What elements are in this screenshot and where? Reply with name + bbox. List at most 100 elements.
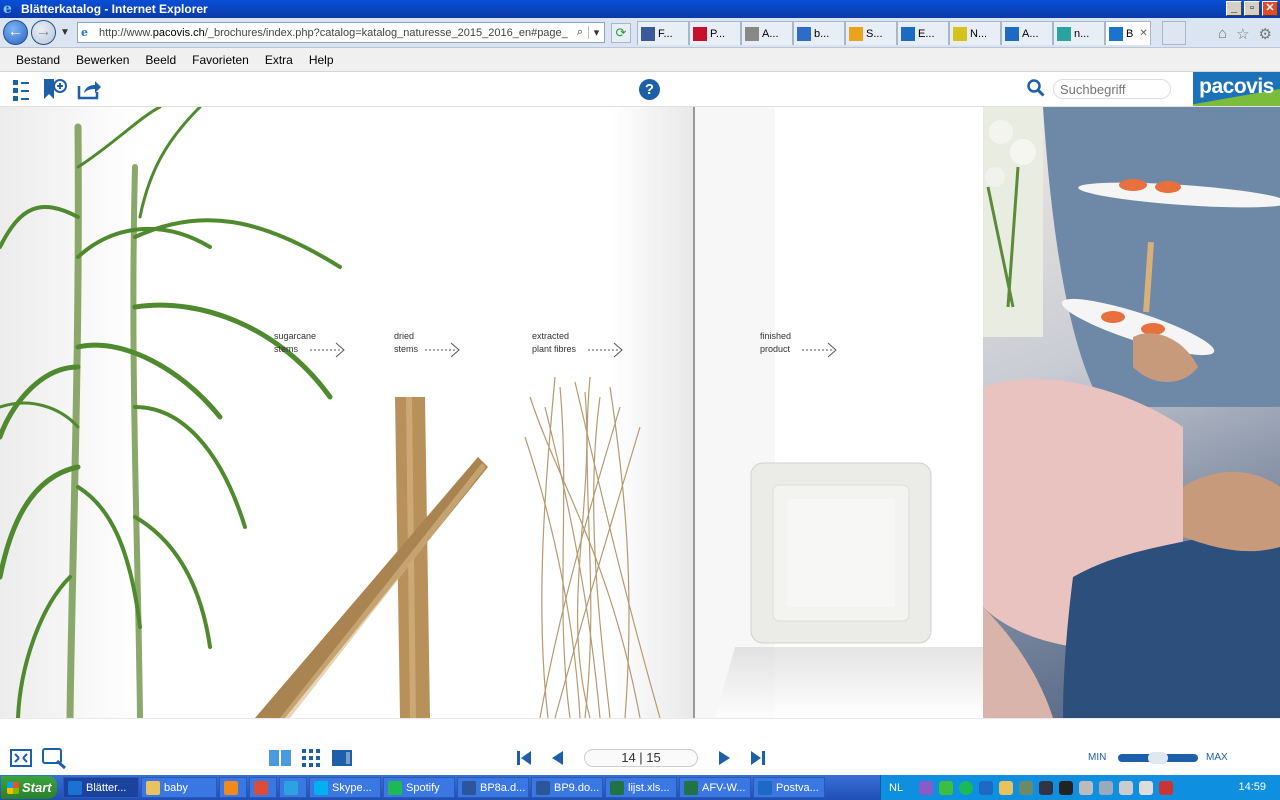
back-button[interactable]: ←: [3, 20, 28, 45]
url-domain: pacovis.ch: [152, 26, 205, 39]
zoom-slider-handle[interactable]: [1148, 752, 1168, 764]
browser-tab[interactable]: b...: [793, 21, 845, 45]
page-indicator[interactable]: 14 | 15: [584, 749, 698, 767]
grid-view-icon[interactable]: [302, 749, 320, 767]
taskbar-item-label: Postva...: [776, 781, 819, 794]
menu-beeld[interactable]: Beeld: [137, 53, 184, 67]
help-icon[interactable]: ?: [639, 79, 660, 100]
taskbar-item[interactable]: baby: [141, 777, 217, 798]
table-of-contents-icon[interactable]: [12, 79, 30, 101]
ie-icon: e: [3, 1, 12, 17]
taskbar-item[interactable]: Skype...: [309, 777, 381, 798]
taskbar-item[interactable]: Spotify: [383, 777, 455, 798]
browser-tab[interactable]: E...: [897, 21, 949, 45]
taskbar-item[interactable]: [219, 777, 247, 798]
taskbar-item[interactable]: lijst.xls...: [605, 777, 677, 798]
settings-gear-icon[interactable]: ⚙: [1259, 25, 1272, 43]
label-line: product: [760, 344, 791, 354]
ie-icon: [1109, 26, 1123, 41]
power-icon[interactable]: [1119, 780, 1134, 795]
share-icon[interactable]: [76, 78, 102, 100]
onenote-icon[interactable]: [919, 780, 934, 795]
label-line: sugarcane: [274, 331, 317, 341]
close-tab-icon[interactable]: ✕: [1139, 28, 1147, 39]
ie-icon: [68, 780, 82, 795]
monitor-icon[interactable]: [1039, 780, 1054, 795]
taskbar-item[interactable]: BP9.do...: [531, 777, 603, 798]
fullscreen-icon[interactable]: [10, 749, 32, 767]
outlook-icon[interactable]: [979, 780, 994, 795]
search-icon[interactable]: ⌕: [572, 26, 588, 39]
address-url[interactable]: http://www.pacovis.ch/_brochures/index.p…: [99, 27, 572, 39]
zoom-icon[interactable]: [42, 747, 68, 769]
taskbar-item[interactable]: BP8a.d...: [457, 777, 529, 798]
taskbar-item[interactable]: [279, 777, 307, 798]
catalog-page-left[interactable]: sugarcane stems dried stems extracted pl…: [0, 107, 694, 718]
browser-tab[interactable]: N...: [949, 21, 1001, 45]
minimize-button[interactable]: _: [1226, 1, 1242, 16]
taskbar-item-label: BP8a.d...: [480, 781, 526, 794]
browser-tab[interactable]: A...: [741, 21, 793, 45]
viewer-bar: 14 | 15 MIN MAX: [0, 718, 1280, 775]
first-page-icon[interactable]: [516, 750, 532, 766]
favorites-star-icon[interactable]: ☆: [1236, 25, 1249, 43]
search-icon[interactable]: [1027, 79, 1045, 97]
last-page-icon[interactable]: [750, 750, 766, 766]
double-page-view-icon[interactable]: [268, 749, 292, 767]
hlm-icon: [693, 26, 707, 41]
evernote-icon[interactable]: [939, 780, 954, 795]
forward-button[interactable]: →: [31, 20, 56, 45]
menu-bewerken[interactable]: Bewerken: [68, 53, 137, 67]
history-dropdown-icon[interactable]: ▼: [60, 27, 70, 38]
menu-favorieten[interactable]: Favorieten: [184, 53, 257, 67]
close-button[interactable]: ✕: [1262, 1, 1278, 16]
menu-bestand[interactable]: Bestand: [8, 53, 68, 67]
security-icon[interactable]: [1019, 780, 1034, 795]
start-button[interactable]: Start: [1, 776, 57, 799]
new-tab-button[interactable]: [1162, 21, 1186, 45]
taskbar-item[interactable]: [249, 777, 277, 798]
zoom-slider[interactable]: [1118, 752, 1198, 764]
mail-icon[interactable]: [999, 780, 1014, 795]
single-page-view-icon[interactable]: [331, 749, 353, 767]
search-input[interactable]: [1053, 79, 1171, 99]
outlook-icon: [901, 26, 915, 41]
alert-icon[interactable]: [1159, 780, 1174, 795]
browser-actions: ⌂ ☆ ⚙: [1218, 25, 1272, 43]
compat-view-icon[interactable]: ⟳: [611, 23, 631, 43]
flag-icon[interactable]: [1139, 780, 1154, 795]
taskbar-item-label: Blätter...: [86, 781, 127, 794]
address-dropdown-icon[interactable]: ▾: [588, 26, 604, 39]
browser-tab[interactable]: S...: [845, 21, 897, 45]
signal-icon[interactable]: [1099, 780, 1114, 795]
clock[interactable]: 14:59: [1238, 781, 1266, 793]
label-line: stems: [394, 344, 419, 354]
browser-tab[interactable]: B ✕: [1105, 21, 1151, 45]
maximize-button[interactable]: ▫: [1244, 1, 1260, 16]
menu-help[interactable]: Help: [301, 53, 342, 67]
next-page-icon[interactable]: [718, 750, 732, 766]
taskbar-item[interactable]: Postva...: [753, 777, 825, 798]
taskbar-item-label: BP9.do...: [554, 781, 600, 794]
browser-tab[interactable]: n...: [1053, 21, 1105, 45]
spotify-icon[interactable]: [959, 780, 974, 795]
browser-tab[interactable]: F...: [637, 21, 689, 45]
previous-page-icon[interactable]: [550, 750, 564, 766]
menu-extra[interactable]: Extra: [257, 53, 301, 67]
taskbar-item[interactable]: Blätter...: [63, 777, 139, 798]
taskbar-item-label: Skype...: [332, 781, 372, 794]
taskbar-item-label: lijst.xls...: [628, 781, 670, 794]
taskbar-item[interactable]: AFV-W...: [679, 777, 751, 798]
catalog-page-right[interactable]: finished product: [695, 107, 1280, 718]
bluetooth-icon[interactable]: [1059, 780, 1074, 795]
address-bar[interactable]: e http://www.pacovis.ch/_brochures/index…: [77, 22, 605, 43]
label-line: extracted: [532, 331, 570, 341]
home-icon[interactable]: ⌂: [1218, 25, 1227, 43]
excel-icon: [684, 780, 698, 795]
volume-icon[interactable]: [1079, 780, 1094, 795]
pacovis-logo[interactable]: pacovis: [1193, 72, 1280, 106]
language-indicator[interactable]: NL: [889, 782, 903, 794]
add-bookmark-icon[interactable]: [42, 77, 68, 101]
browser-tab[interactable]: P...: [689, 21, 741, 45]
browser-tab[interactable]: A...: [1001, 21, 1053, 45]
